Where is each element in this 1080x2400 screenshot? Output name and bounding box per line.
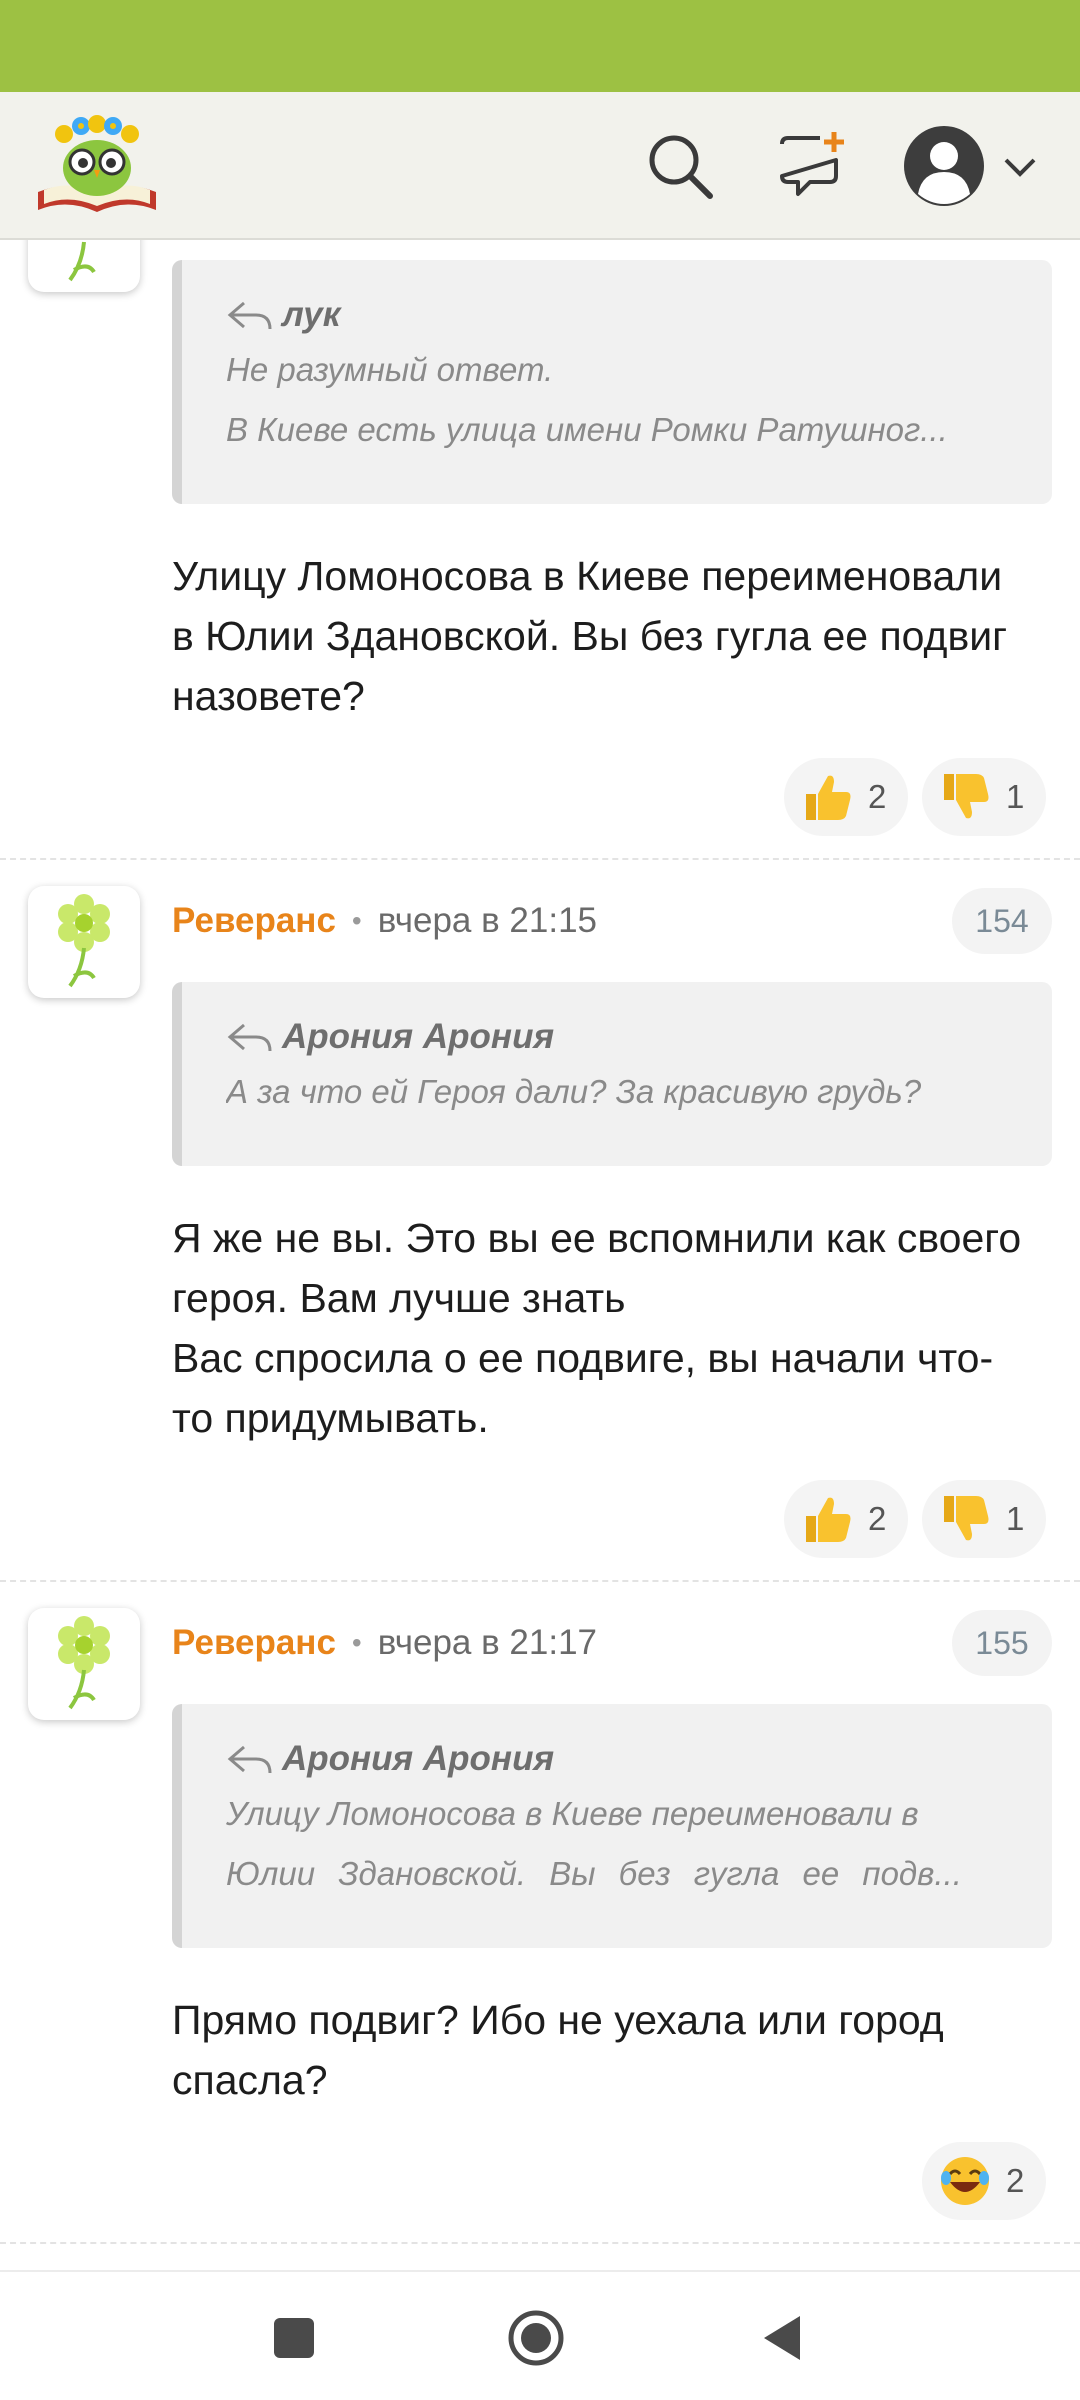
separator-dot: • <box>351 1627 362 1658</box>
quote-block[interactable]: лук Не разумный ответ. В Киеве есть улиц… <box>172 260 1052 504</box>
flower-avatar-icon <box>68 241 96 282</box>
comment-divider <box>0 1580 1080 1582</box>
reply-arrow-icon <box>227 1023 272 1052</box>
chevron-down-icon <box>1004 158 1036 177</box>
home-circle-icon <box>508 2310 564 2366</box>
home-button[interactable] <box>500 2302 572 2374</box>
quote-line: Юлии Здановской. Вы без гугла ее подв... <box>226 1855 962 1892</box>
comment-divider <box>0 858 1080 860</box>
dislike-count: 1 <box>1006 1500 1025 1537</box>
comment-text: Прямо подвиг? Ибо не уехала или город сп… <box>172 1997 944 2103</box>
quote-author-name: лук <box>282 295 341 334</box>
thumbs-up-icon <box>800 770 854 824</box>
thumbs-down-icon <box>938 1492 992 1546</box>
quote-author-name: Арония Арония <box>282 1739 555 1778</box>
comment-meta: Реверанс • вчера в 21:17 <box>172 1618 597 1668</box>
recents-button[interactable] <box>258 2302 330 2374</box>
thumbs-up-icon <box>800 1492 854 1546</box>
profile-menu-button[interactable] <box>896 118 1046 214</box>
quote-line: Не разумный ответ. <box>226 351 554 388</box>
quote-block[interactable]: Арония Арония А за что ей Героя дали? За… <box>172 982 1052 1166</box>
dislike-count: 1 <box>1006 778 1025 815</box>
like-button[interactable]: 2 <box>784 1480 909 1558</box>
separator-dot: • <box>351 905 362 936</box>
comment-time: вчера в 21:17 <box>377 1623 598 1662</box>
quote-author: лук <box>226 290 1012 340</box>
system-nav-bar <box>0 2270 1080 2400</box>
like-button[interactable]: 2 <box>784 758 909 836</box>
comment-text: Улицу Ломоносова в Киеве переименовали в… <box>172 553 1008 719</box>
laughing-face-icon <box>938 2154 992 2208</box>
laugh-reaction-button[interactable]: 2 <box>922 2142 1047 2220</box>
reply-arrow-icon <box>227 1745 272 1774</box>
comment-author[interactable]: Реверанс <box>172 1623 336 1663</box>
dislike-button[interactable]: 1 <box>922 758 1047 836</box>
dislike-button[interactable]: 1 <box>922 1480 1047 1558</box>
comment-divider <box>0 2242 1080 2244</box>
laugh-count: 2 <box>1006 2162 1025 2199</box>
user-avatar-icon <box>904 126 984 206</box>
comment-time: вчера в 21:15 <box>377 901 598 940</box>
quote-line: Улицу Ломоносова в Киеве переименовали в <box>226 1795 919 1832</box>
reply-arrow-icon <box>227 301 272 330</box>
flower-avatar-icon <box>58 894 110 988</box>
avatar[interactable] <box>28 240 140 292</box>
comments-feed: лук Не разумный ответ. В Киеве есть улиц… <box>0 240 1080 2270</box>
back-button[interactable] <box>746 2302 818 2374</box>
comment-author[interactable]: Реверанс <box>172 901 336 941</box>
comment-number-badge[interactable]: 155 <box>952 1610 1052 1676</box>
comment-meta: Реверанс • вчера в 21:15 <box>172 896 597 946</box>
new-message-button[interactable] <box>768 122 856 210</box>
comment-text: Я же не вы. Это вы ее вспомнили как свое… <box>172 1215 1022 1441</box>
quote-line: А за что ей Героя дали? За красивую груд… <box>226 1073 922 1110</box>
quote-author-name: Арония Арония <box>282 1017 555 1056</box>
search-button[interactable] <box>636 122 724 210</box>
thumbs-down-icon <box>938 770 992 824</box>
quote-line: В Киеве есть улица имени Ромки Ратушног.… <box>226 411 948 448</box>
app-header <box>0 92 1080 240</box>
flower-avatar-icon <box>58 1616 110 1710</box>
like-count: 2 <box>868 1500 887 1537</box>
new-message-icon <box>780 132 844 196</box>
status-bar <box>0 0 1080 92</box>
avatar[interactable] <box>28 1608 140 1720</box>
avatar[interactable] <box>28 886 140 998</box>
back-triangle-icon <box>764 2316 800 2360</box>
quote-block[interactable]: Арония Арония Улицу Ломоносова в Киеве п… <box>172 1704 1052 1948</box>
recents-square-icon <box>274 2318 314 2358</box>
like-count: 2 <box>868 778 887 815</box>
owl-with-book-logo[interactable] <box>34 110 160 222</box>
comment-number-badge[interactable]: 154 <box>952 888 1052 954</box>
search-icon <box>649 135 713 199</box>
quote-author: Арония Арония <box>226 1734 1012 1784</box>
quote-author: Арония Арония <box>226 1012 1012 1062</box>
